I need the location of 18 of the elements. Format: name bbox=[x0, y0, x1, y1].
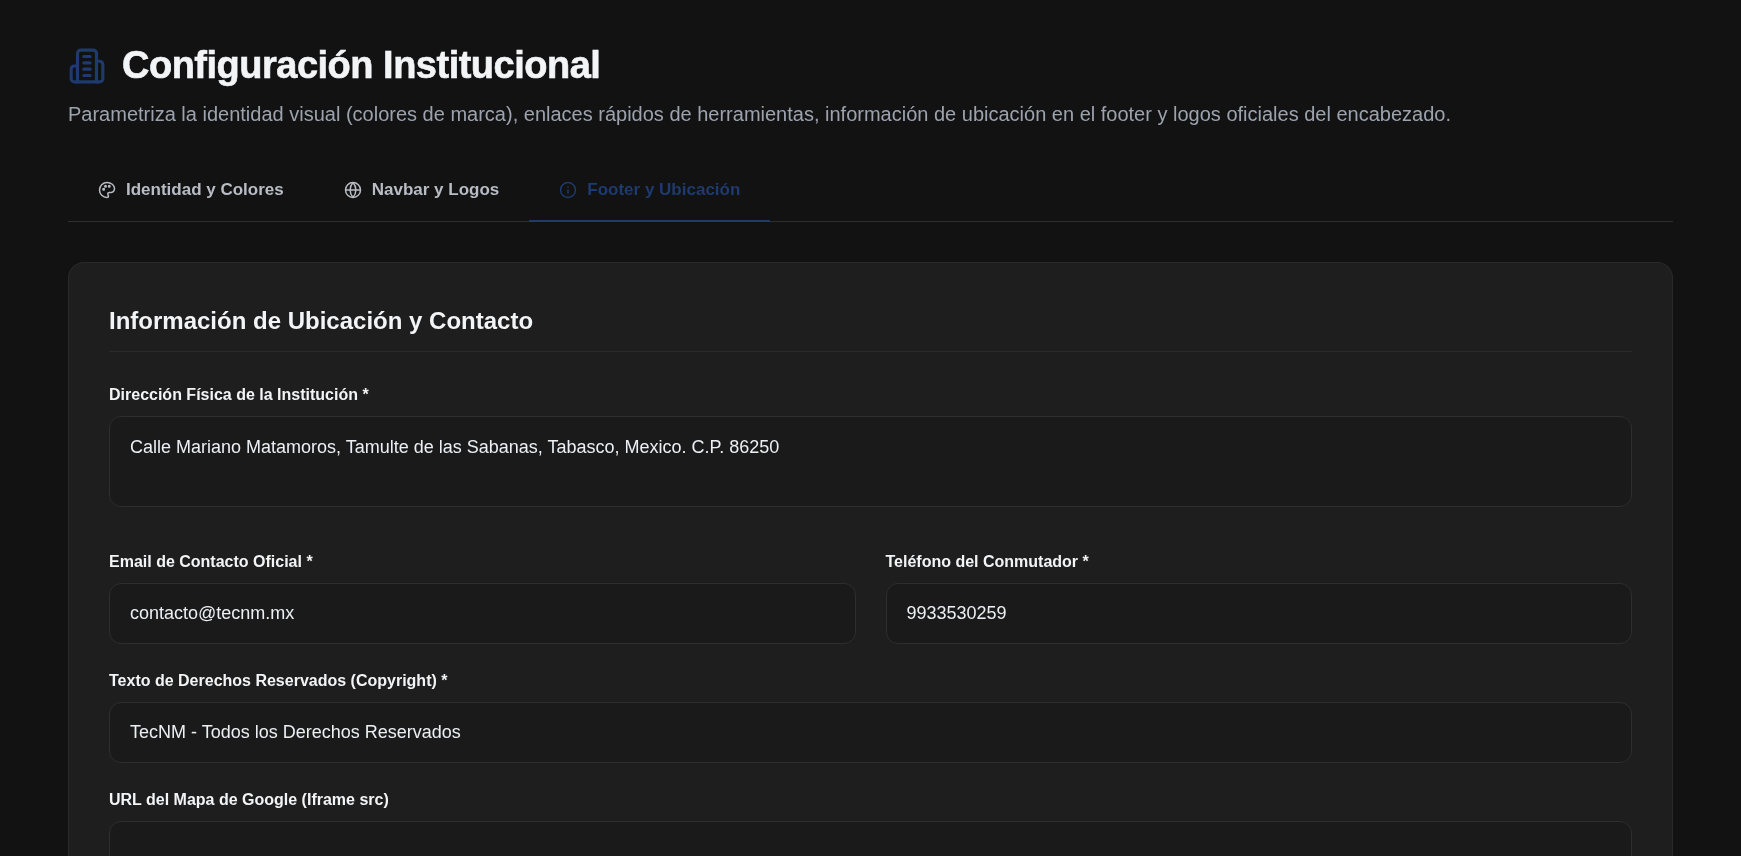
input-field[interactable]: 9933530259 bbox=[885, 583, 1632, 644]
field-label: Teléfono del Conmutador * bbox=[885, 553, 1090, 571]
globe-icon bbox=[343, 181, 362, 199]
input-field[interactable]: contacto@tecnm.mx bbox=[109, 583, 856, 644]
tab[interactable]: Navbar y Logos bbox=[313, 164, 530, 222]
section-title: Información de Ubicación y Contacto bbox=[109, 307, 1632, 352]
info-icon bbox=[559, 181, 578, 199]
page-title: Configuración Institucional bbox=[122, 44, 601, 87]
tab[interactable]: Identidad y Colores bbox=[68, 164, 314, 222]
palette-icon bbox=[98, 181, 116, 199]
field-label: Dirección Física de la Institución * bbox=[109, 386, 370, 404]
text-area[interactable]: Calle Mariano Matamoros, Tamulte de las Sabanas, Tabasco, Mexico. C.P. 86250 bbox=[109, 416, 1632, 507]
input-field[interactable]: TecNM - Todos los Derechos Reservados bbox=[109, 702, 1632, 763]
field-label: Texto de Derechos Reservados (Copyright) * bbox=[109, 672, 449, 690]
field-label: Email de Contacto Oficial * bbox=[109, 553, 314, 571]
field-label: URL del Mapa de Google (Iframe src) bbox=[109, 791, 390, 809]
building-icon bbox=[68, 46, 106, 85]
page-description: Parametriza la identidad visual (colores de marca), enlaces rápidos de herramientas, información de ubicación en el footer y logos oficiales del encabezado. bbox=[68, 103, 1452, 126]
